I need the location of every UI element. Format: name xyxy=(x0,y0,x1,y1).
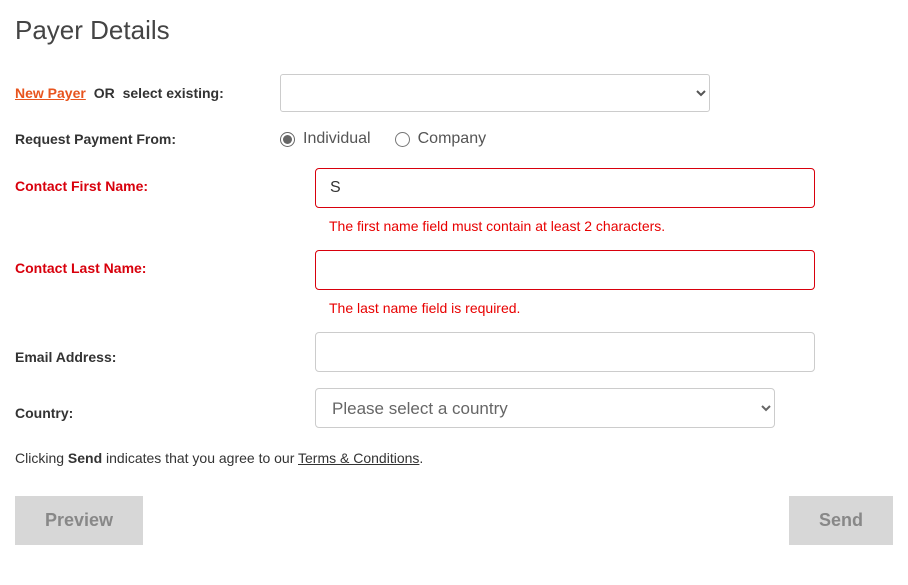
preview-button[interactable]: Preview xyxy=(15,496,143,545)
request-from-radio-group: Individual Company xyxy=(280,130,893,148)
request-from-label: Request Payment From: xyxy=(15,131,280,147)
first-name-label: Contact First Name: xyxy=(15,168,315,194)
send-button[interactable]: Send xyxy=(789,496,893,545)
email-input[interactable] xyxy=(315,332,815,372)
new-payer-row: New Payer OR select existing: xyxy=(15,85,280,101)
last-name-error: The last name field is required. xyxy=(315,300,815,316)
select-existing-label: select existing: xyxy=(123,85,224,101)
first-name-error: The first name field must contain at lea… xyxy=(315,218,815,234)
radio-individual[interactable]: Individual xyxy=(280,130,371,148)
radio-company-input[interactable] xyxy=(395,132,410,147)
page-title: Payer Details xyxy=(15,15,893,46)
terms-send-word: Send xyxy=(68,450,102,466)
first-name-input[interactable] xyxy=(315,168,815,208)
country-label: Country: xyxy=(15,395,315,421)
or-text: OR xyxy=(94,85,115,101)
radio-company[interactable]: Company xyxy=(395,130,486,148)
terms-text: Clicking Send indicates that you agree t… xyxy=(15,450,893,466)
terms-suffix: . xyxy=(419,450,423,466)
new-payer-link[interactable]: New Payer xyxy=(15,85,86,101)
radio-individual-label: Individual xyxy=(303,130,371,148)
terms-link[interactable]: Terms & Conditions xyxy=(298,450,419,466)
last-name-label: Contact Last Name: xyxy=(15,250,315,276)
email-label: Email Address: xyxy=(15,339,315,365)
existing-payer-select[interactable] xyxy=(280,74,710,112)
radio-individual-input[interactable] xyxy=(280,132,295,147)
terms-middle: indicates that you agree to our xyxy=(102,450,298,466)
terms-prefix: Clicking xyxy=(15,450,68,466)
radio-company-label: Company xyxy=(418,130,486,148)
country-select[interactable]: Please select a country xyxy=(315,388,775,428)
last-name-input[interactable] xyxy=(315,250,815,290)
